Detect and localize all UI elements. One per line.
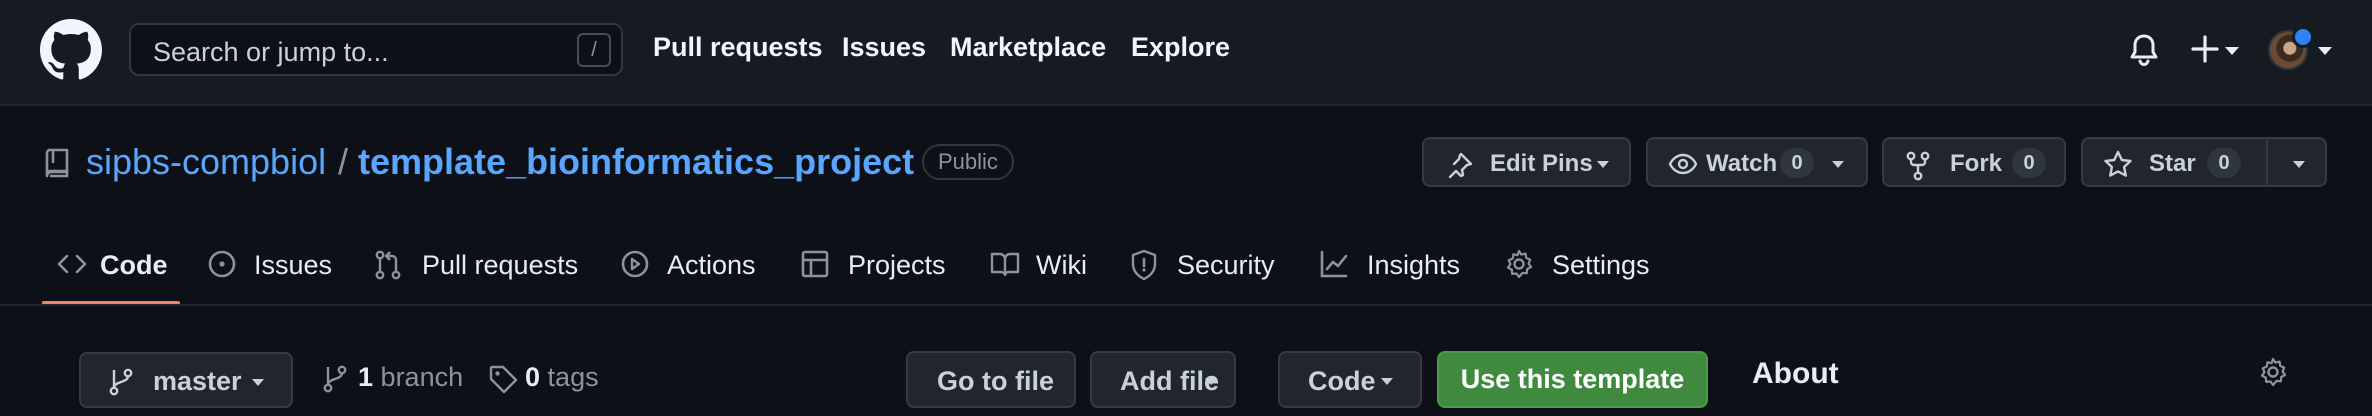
- tab-code[interactable]: Code: [56, 241, 180, 291]
- watch-count: 0: [1780, 148, 1814, 178]
- repo-path-separator: /: [338, 141, 349, 182]
- tabs-divider: [0, 304, 2372, 306]
- tab-projects[interactable]: Projects: [800, 241, 946, 291]
- branch-select-button[interactable]: master: [79, 352, 293, 408]
- eye-icon: [1668, 153, 1698, 175]
- global-header: Search or jump to... / Pull requests Iss…: [0, 0, 2372, 106]
- star-label: Star: [2149, 150, 2196, 177]
- branch-count: 1: [358, 362, 374, 392]
- tag-count: 0: [525, 362, 541, 392]
- chevron-down-icon: [1597, 161, 1609, 168]
- search-placeholder: Search or jump to...: [153, 37, 389, 67]
- branch-name: master: [153, 366, 242, 396]
- star-lists-chevron-down-icon[interactable]: [2292, 160, 2306, 169]
- github-logo-icon[interactable]: [40, 19, 102, 81]
- shield-icon: [1131, 249, 1157, 281]
- tab-security[interactable]: Security: [1130, 241, 1275, 291]
- tab-insights[interactable]: Insights: [1319, 241, 1461, 291]
- play-icon: [621, 250, 649, 278]
- nav-pull-requests[interactable]: Pull requests: [653, 32, 823, 63]
- fork-label: Fork: [1950, 150, 2003, 177]
- watch-label: Watch: [1706, 150, 1778, 177]
- user-menu-caret-icon[interactable]: [2317, 46, 2333, 56]
- tab-code-label: Code: [100, 250, 168, 280]
- watch-button[interactable]: Watch 0: [1646, 137, 1868, 187]
- git-branch-icon: [323, 365, 347, 393]
- nav-explore[interactable]: Explore: [1131, 32, 1230, 63]
- tab-issues-label: Issues: [254, 250, 333, 280]
- tag-icon: [489, 365, 518, 394]
- use-this-template-button[interactable]: Use this template: [1437, 351, 1708, 408]
- star-button[interactable]: Star 0: [2081, 137, 2327, 187]
- global-search-input[interactable]: Search or jump to... /: [129, 23, 623, 76]
- star-count: 0: [2207, 148, 2241, 178]
- tab-issues[interactable]: Issues: [207, 241, 333, 291]
- tab-settings[interactable]: Settings: [1504, 241, 1654, 291]
- tab-pull-requests[interactable]: Pull requests: [374, 241, 580, 291]
- tag-count-label: tags: [547, 362, 599, 392]
- repo-owner-link[interactable]: sipbs-compbiol: [86, 141, 326, 183]
- chevron-down-icon: [1205, 378, 1217, 385]
- edit-pins-label: Edit Pins: [1490, 150, 1593, 177]
- tab-actions-label: Actions: [667, 250, 756, 280]
- star-button-divider: [2266, 139, 2268, 185]
- repo-name-link[interactable]: template_bioinformatics_project: [358, 141, 914, 183]
- tab-insights-label: Insights: [1367, 250, 1461, 280]
- issue-opened-icon: [208, 250, 236, 278]
- tags-link[interactable]: 0 tags: [525, 362, 599, 393]
- book-icon: [990, 252, 1020, 277]
- notifications-bell-icon[interactable]: [2129, 33, 2159, 67]
- edit-pins-button[interactable]: Edit Pins: [1422, 137, 1631, 187]
- tab-projects-label: Projects: [848, 250, 946, 280]
- nav-issues[interactable]: Issues: [842, 32, 926, 63]
- chevron-down-icon: [1381, 378, 1393, 385]
- repo-icon: [45, 148, 69, 178]
- gear-icon: [1506, 249, 1533, 279]
- table-icon: [801, 250, 829, 278]
- fork-count: 0: [2012, 148, 2046, 178]
- notification-indicator: [2292, 26, 2314, 48]
- tab-security-label: Security: [1177, 250, 1275, 280]
- git-branch-icon: [109, 368, 133, 396]
- go-to-file-button[interactable]: Go to file: [906, 351, 1076, 408]
- star-icon: [2104, 150, 2132, 177]
- pin-icon: [1448, 152, 1473, 179]
- go-to-file-label: Go to file: [937, 366, 1054, 396]
- add-file-button[interactable]: Add file: [1090, 351, 1236, 408]
- chevron-down-icon: [252, 379, 264, 386]
- gear-icon[interactable]: [2258, 357, 2288, 387]
- tab-wiki[interactable]: Wiki: [989, 241, 1089, 291]
- tab-wiki-label: Wiki: [1036, 250, 1087, 280]
- nav-marketplace[interactable]: Marketplace: [950, 32, 1106, 63]
- code-button-label: Code: [1308, 366, 1376, 396]
- create-new-plus-icon[interactable]: [2190, 34, 2220, 64]
- tab-settings-label: Settings: [1552, 250, 1650, 280]
- fork-icon: [1906, 151, 1930, 181]
- git-pull-request-icon: [375, 250, 401, 280]
- tab-actions[interactable]: Actions: [620, 241, 756, 291]
- create-new-caret-icon[interactable]: [2224, 46, 2240, 56]
- tab-pull-requests-label: Pull requests: [422, 250, 579, 280]
- code-dropdown-button[interactable]: Code: [1278, 351, 1422, 408]
- chevron-down-icon: [1832, 161, 1844, 168]
- branches-link[interactable]: 1 branch: [358, 362, 463, 393]
- branch-count-label: branch: [380, 362, 464, 392]
- visibility-badge: Public: [922, 144, 1014, 180]
- search-shortcut-key: /: [577, 33, 611, 67]
- code-icon: [57, 254, 87, 274]
- fork-button[interactable]: Fork 0: [1882, 137, 2066, 187]
- graph-icon: [1320, 250, 1348, 278]
- about-heading: About: [1752, 357, 1839, 390]
